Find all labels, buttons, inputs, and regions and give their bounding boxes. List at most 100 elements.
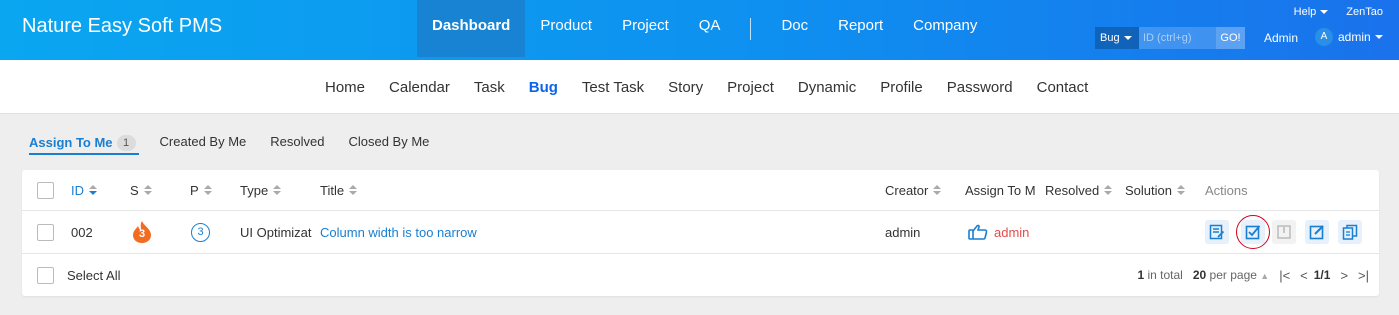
user-menu[interactable]: A admin [1315,28,1383,46]
nav-project[interactable]: Project [607,0,684,57]
admin-link[interactable]: Admin [1264,31,1298,45]
top-header: Nature Easy Soft PMS Dashboard Product P… [0,0,1399,60]
nav-company[interactable]: Company [898,0,992,57]
bug-type: UI Optimizat [240,224,312,240]
sort-icon [1104,184,1113,196]
chevron-down-icon [1123,36,1132,41]
confirm-bug-button[interactable] [1205,220,1229,244]
col-solution[interactable]: Solution [1125,170,1185,210]
bug-title-link[interactable]: Column width is too narrow [320,225,477,240]
col-id-label: ID [71,182,84,198]
go-button[interactable]: GO! [1216,27,1245,49]
last-page-icon[interactable]: >| [1358,268,1369,283]
chevron-down-icon [1320,10,1329,15]
subnav-calendar[interactable]: Calendar [377,79,462,96]
col-solution-label: Solution [1125,182,1172,198]
top-links: Help ZenTao [1294,6,1383,18]
sort-icon [349,184,358,196]
user-name: admin [1338,30,1371,44]
col-severity-label: S [130,182,139,198]
bug-id[interactable]: 002 [71,211,93,253]
col-title-label: Title [320,182,345,198]
tab-created-by-me[interactable]: Created By Me [160,132,247,154]
copy-icon [1342,224,1358,240]
col-actions: Actions [1205,170,1248,210]
subnav-dynamic[interactable]: Dynamic [786,79,868,96]
main-nav: Dashboard Product Project QA Doc Report … [417,0,992,57]
active-tab-indicator [29,153,139,155]
close-bug-button[interactable] [1272,220,1296,244]
subnav-task[interactable]: Task [462,79,517,96]
col-creator[interactable]: Creator [885,170,942,210]
col-severity[interactable]: S [130,170,152,210]
total-count: 1 [1137,268,1145,282]
col-title[interactable]: Title [320,170,358,210]
power-icon [1277,225,1291,239]
subnav-contact[interactable]: Contact [1025,79,1101,96]
sort-icon [203,184,212,196]
subnav-story[interactable]: Story [656,79,715,96]
caret-up-icon: ▲ [1260,271,1270,281]
subnav-test-task[interactable]: Test Task [570,79,656,96]
row-checkbox[interactable] [37,223,54,241]
avatar: A [1315,28,1333,46]
bug-creator: admin [885,224,921,240]
bug-tabs: Assign To Me 1 Created By Me Resolved Cl… [29,132,453,154]
help-menu[interactable]: Help [1294,6,1329,18]
search-input[interactable]: ID (ctrl+g) [1139,27,1216,49]
col-assign-label: Assign To M [965,182,1036,198]
table-row: 002 3 3 UI Optimizat Column width is too… [22,211,1379,254]
tab-assign-to-me[interactable]: Assign To Me 1 [29,132,136,154]
priority-badge: 3 [191,222,210,242]
subnav-project[interactable]: Project [715,79,786,96]
quick-search: Bug ID (ctrl+g) GO! [1095,27,1245,49]
next-page-icon[interactable]: > [1340,268,1348,283]
subnav-password[interactable]: Password [935,79,1025,96]
col-id[interactable]: ID [71,170,97,210]
select-all-label[interactable]: Select All [67,254,120,296]
col-resolved-label: Resolved [1045,182,1100,198]
search-type-select[interactable]: Bug [1095,27,1139,49]
edit-bug-button[interactable] [1305,220,1329,244]
nav-dashboard[interactable]: Dashboard [417,0,526,57]
brand-logo[interactable]: Nature Easy Soft PMS [22,15,222,38]
subnav-profile[interactable]: Profile [868,79,935,96]
col-resolved[interactable]: Resolved [1045,170,1113,210]
nav-qa[interactable]: QA [684,0,736,57]
zentao-link[interactable]: ZenTao [1346,6,1383,18]
confirm-icon [1209,224,1225,240]
copy-bug-button[interactable] [1338,220,1362,244]
per-page-label: per page [1209,268,1257,282]
col-priority-label: P [190,182,199,198]
tab-resolved[interactable]: Resolved [270,132,324,154]
tab-closed-by-me[interactable]: Closed By Me [348,132,429,154]
col-priority[interactable]: P [190,170,212,210]
bug-table: ID S P Type Title Creator Assign To M Re… [22,170,1379,296]
col-assign-to[interactable]: Assign To M [965,170,1040,210]
col-type[interactable]: Type [240,170,282,210]
subnav-bug[interactable]: Bug [517,79,570,96]
sort-icon [273,184,282,196]
sort-icon [933,184,942,196]
nav-report[interactable]: Report [823,0,898,57]
per-page-count: 20 [1192,268,1207,282]
nav-product[interactable]: Product [525,0,607,57]
assignee[interactable]: admin [968,211,1029,253]
search-type-label: Bug [1100,32,1120,44]
prev-page-icon[interactable]: < [1300,268,1308,283]
severity-badge: 3 [131,220,153,244]
first-page-icon[interactable]: |< [1279,268,1290,283]
sort-icon [1176,184,1185,196]
col-creator-label: Creator [885,182,929,198]
edit-icon [1309,225,1324,240]
table-header: ID S P Type Title Creator Assign To M Re… [22,170,1379,211]
select-all-checkbox[interactable] [37,266,54,284]
pager: 1 in total 20 per page ▲ |< < 1/1 > >| [1137,254,1369,296]
nav-doc[interactable]: Doc [766,0,823,57]
count-badge: 1 [116,135,136,151]
per-page-select[interactable]: 20 per page ▲ [1193,268,1269,282]
help-label: Help [1293,6,1317,18]
select-all-header-checkbox[interactable] [37,181,54,199]
nav-divider [750,17,752,40]
subnav-home[interactable]: Home [313,79,377,96]
